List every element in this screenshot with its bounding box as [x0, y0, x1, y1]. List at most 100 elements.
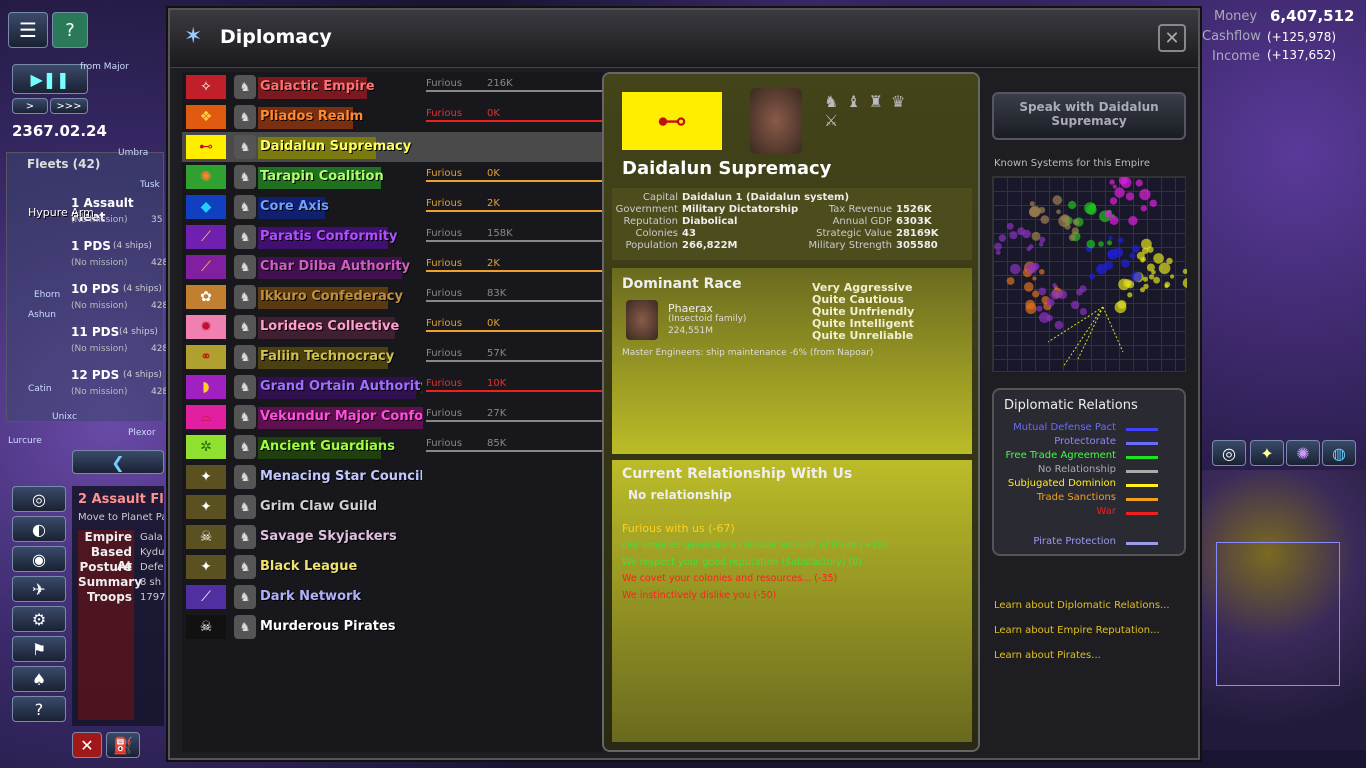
empire-row[interactable]: ⚭ ♞ Faliin Technocracy Furious 57K	[182, 342, 602, 372]
fleet-extra: 428	[151, 301, 169, 311]
fleet-row[interactable]: 11 PDS (4 ships) (No mission) 428	[7, 322, 168, 365]
empire-row[interactable]: ✧ ♞ Galactic Empire Furious 216K	[182, 72, 602, 102]
close-button[interactable]: ✕	[1158, 24, 1186, 52]
fleets-header[interactable]: Fleets (42)	[27, 157, 100, 171]
empire-row[interactable]: ⟋ ♞ Paratis Conformity Furious 158K	[182, 222, 602, 252]
system-dot	[1006, 222, 1014, 230]
system-dot	[1109, 179, 1115, 185]
learn-link[interactable]: Learn about Diplomatic Relations...	[994, 600, 1170, 611]
empire-row[interactable]: ⟋ ♞ Char Dilba Authority Furious 2K	[182, 252, 602, 282]
legend-label: Subjugated Dominion	[1007, 478, 1116, 489]
system-dot	[1106, 240, 1113, 246]
empire-row[interactable]: ☠ ♞ Savage Skyjackers	[182, 522, 602, 552]
race-portrait	[750, 88, 802, 154]
empire-flag-icon: ⌓	[186, 405, 226, 429]
eye-icon: ◉	[32, 549, 46, 569]
empire-row[interactable]: ✹ ♞ Lorideos Collective Furious 0K	[182, 312, 602, 342]
map-label: Unixc	[52, 412, 77, 422]
race-avatar-icon: ♞	[234, 165, 256, 189]
relation-line	[426, 240, 602, 242]
empire-row[interactable]: ✦ ♞ Black League	[182, 552, 602, 582]
ships-button[interactable]: ✈	[12, 576, 66, 602]
empire-strength: 85K	[487, 438, 507, 449]
system-dot	[1056, 209, 1061, 214]
fleet-name: 1 PDS	[71, 239, 111, 253]
fleet-extra: 35	[151, 215, 163, 225]
legend-swatch	[1126, 456, 1158, 459]
empire-row[interactable]: ✿ ♞ Ikkuro Confederacy Furious 83K	[182, 282, 602, 312]
other-races-icons: ♞♝♜♛ ⚔	[824, 92, 914, 130]
empire-row[interactable]: ⟋ ♞ Dark Network	[182, 582, 602, 612]
race-avatar-icon: ♞	[234, 135, 256, 159]
empire-strength: 2K	[487, 258, 500, 269]
system-dot	[1028, 244, 1034, 249]
selected-fleet-title: 2 Assault Fle	[78, 492, 164, 507]
menu-button[interactable]: ☰	[8, 12, 48, 48]
empire-name: Tarapin Coalition	[260, 169, 384, 184]
settings-button[interactable]: ⚙	[12, 606, 66, 632]
system-dot	[1039, 312, 1050, 323]
map-label: Ashun	[28, 310, 56, 320]
legend-label: Pirate Protection	[1033, 536, 1116, 547]
fuel-button[interactable]: ⛽	[106, 732, 140, 758]
planet-view-button[interactable]: ◎	[1212, 440, 1246, 466]
empire-row[interactable]: ✺ ♞ Tarapin Coalition Furious 0K	[182, 162, 602, 192]
system-dot	[1112, 184, 1117, 189]
empire-row[interactable]: ⌓ ♞ Vekundur Major Conformi Furious 27K	[182, 402, 602, 432]
map-label: Lurcure	[8, 436, 42, 446]
stat-label: Population	[625, 240, 678, 251]
view-button[interactable]: ◉	[12, 546, 66, 572]
trade-route-line	[1062, 306, 1104, 368]
empire-row[interactable]: ⊷ ♞ Daidalun Supremacy	[182, 132, 602, 162]
help-question-button[interactable]: ?	[12, 696, 66, 722]
learn-link[interactable]: Learn about Pirates...	[994, 650, 1101, 661]
target-button[interactable]: ◎	[12, 486, 66, 512]
empire-row[interactable]: ✦ ♞ Grim Claw Guild	[182, 492, 602, 522]
speak-button[interactable]: Speak with Daidalun Supremacy	[992, 92, 1186, 140]
help-button[interactable]: ?	[52, 12, 88, 48]
learn-link[interactable]: Learn about Empire Reputation...	[994, 625, 1160, 636]
empire-row[interactable]: ✲ ♞ Ancient Guardians Furious 85K	[182, 432, 602, 462]
empire-flag-icon: ☠	[186, 525, 226, 549]
fleet-ships: (4 ships)	[123, 370, 162, 380]
legend-label: Protectorate	[1054, 436, 1116, 447]
planets-button[interactable]: ◐	[12, 516, 66, 542]
info-value: Gala	[140, 532, 163, 543]
relations-legend-panel: Diplomatic Relations Mutual Defense Pact…	[992, 388, 1186, 556]
empire-flag-icon: ✧	[186, 75, 226, 99]
empire-row[interactable]: ✦ ♞ Menacing Star Council	[182, 462, 602, 492]
fleet-row[interactable]: 1 PDS (4 ships) (No mission) 428	[7, 236, 168, 279]
flag-button[interactable]: ⚑	[12, 636, 66, 662]
system-dot	[1131, 271, 1142, 282]
fleet-name: 10 PDS	[71, 282, 120, 296]
troops-button[interactable]: ♠	[12, 666, 66, 692]
minimap[interactable]	[1202, 470, 1366, 750]
play-pause-button[interactable]: ▶❚❚	[12, 64, 88, 94]
galaxy-view-button[interactable]: ◍	[1322, 440, 1356, 466]
system-dot	[1068, 200, 1077, 210]
empire-row[interactable]: ◗ ♞ Grand Ortain Authority Furious 10K	[182, 372, 602, 402]
system-dot	[1182, 278, 1193, 288]
speed-slow-button[interactable]: >	[12, 98, 48, 114]
empire-name: Pliados Realm	[260, 109, 364, 124]
cancel-button[interactable]: ✕	[72, 732, 102, 758]
race-family: (Insectoid family)	[668, 314, 747, 324]
stat-value: Diabolical	[682, 216, 738, 227]
system-dot	[1052, 283, 1057, 288]
known-systems-map[interactable]	[992, 176, 1193, 372]
empire-row[interactable]: ❖ ♞ Pliados Realm Furious 0K	[182, 102, 602, 132]
empire-row[interactable]: ◆ ♞ Core Axis Furious 2K	[182, 192, 602, 222]
fleet-mission: (No mission)	[71, 301, 128, 311]
stat-value: 6303K	[896, 216, 932, 227]
legend-swatch	[1126, 470, 1158, 473]
empire-row[interactable]: ☠ ♞ Murderous Pirates	[182, 612, 602, 642]
nebula-view-button[interactable]: ✺	[1286, 440, 1320, 466]
race-avatar-icon: ♞	[234, 345, 256, 369]
collapse-panel-button[interactable]: ❮	[72, 450, 164, 474]
system-dot	[1071, 227, 1079, 235]
star-view-button[interactable]: ✦	[1250, 440, 1284, 466]
map-label: Plexor	[128, 428, 156, 438]
legend-swatch	[1126, 442, 1158, 445]
speed-fast-button[interactable]: >>>	[50, 98, 88, 114]
map-label: Hypure Arm	[28, 206, 94, 219]
